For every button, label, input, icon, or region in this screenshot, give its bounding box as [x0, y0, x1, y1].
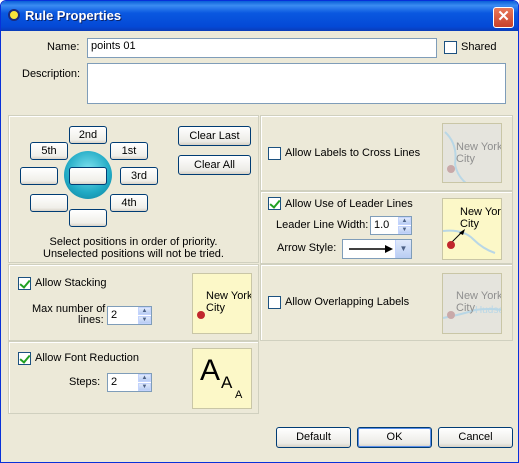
stacking-label: Allow Stacking [35, 277, 107, 289]
title-bar[interactable]: Rule Properties ✕ [1, 1, 518, 31]
preview-text-1: New York [460, 206, 502, 218]
arrow-style-icon [349, 245, 393, 253]
preview-big-a: A [200, 354, 221, 387]
preview-text-2: City [460, 218, 479, 230]
preview-text-1: New York [206, 290, 252, 302]
position-hint-line-2: Unselected positions will not be tried. [43, 248, 224, 260]
arrow-style-select[interactable]: → ▼ [342, 239, 412, 259]
preview-overlap-text: Hudson [475, 305, 501, 316]
position-4th-button[interactable]: 4th [110, 194, 148, 212]
steps-label: Steps: [69, 376, 101, 388]
preview-text-2: City [456, 302, 475, 314]
font-reduction-label: Allow Font Reduction [35, 352, 139, 364]
description-input[interactable] [87, 63, 506, 104]
preview-text-2: City [456, 153, 475, 165]
leader-width-value: 1.0 [374, 219, 390, 231]
name-label: Name: [47, 41, 80, 53]
shared-label: Shared [461, 41, 497, 53]
font-reduction-checkbox[interactable] [18, 352, 31, 365]
rule-properties-dialog: Rule Properties ✕ Name: points 01 Shared… [0, 0, 519, 463]
overlapping-label: Allow Overlapping Labels [285, 296, 410, 308]
spin-up-icon[interactable]: ▲ [138, 307, 151, 315]
position-center-button[interactable] [69, 167, 107, 185]
spin-down-icon[interactable]: ▼ [398, 226, 411, 234]
spin-down-icon[interactable]: ▼ [138, 383, 151, 391]
name-input[interactable]: points 01 [87, 38, 437, 58]
chevron-down-icon[interactable]: ▼ [395, 240, 411, 258]
position-1st-button[interactable]: 1st [110, 142, 148, 160]
window-title: Rule Properties [25, 8, 122, 23]
steps-stepper[interactable]: 2 ▲ ▼ [107, 373, 152, 392]
preview-mid-a: A [221, 373, 233, 392]
leader-lines-preview: New York City [442, 198, 502, 260]
steps-value: 2 [111, 376, 118, 388]
city-dot-icon [447, 241, 455, 249]
city-dot-icon [447, 311, 455, 319]
stacking-checkbox[interactable] [18, 277, 31, 290]
clear-last-button[interactable]: Clear Last [178, 126, 251, 146]
leader-lines-label: Allow Use of Leader Lines [285, 198, 413, 210]
cancel-button[interactable]: Cancel [438, 427, 513, 448]
position-bottom-button[interactable] [69, 209, 107, 227]
close-button[interactable]: ✕ [493, 7, 514, 28]
cross-lines-checkbox[interactable] [268, 147, 281, 160]
font-reduction-preview: A A A [192, 348, 252, 409]
cross-lines-label: Allow Labels to Cross Lines [285, 147, 421, 159]
stacking-preview: New York City [192, 273, 252, 334]
position-3rd-button[interactable]: 3rd [120, 167, 158, 185]
max-lines-label-2: lines: [78, 314, 104, 326]
clear-all-button[interactable]: Clear All [178, 155, 251, 175]
arrow-style-label: Arrow Style: [277, 242, 337, 254]
position-hint-line-1: Select positions in order of priority. [49, 236, 218, 248]
city-dot-icon [447, 165, 455, 173]
description-label: Description: [22, 68, 81, 80]
default-button[interactable]: Default [276, 427, 351, 448]
leader-width-stepper[interactable]: 1.0 ▲ ▼ [370, 216, 412, 235]
app-icon [8, 9, 20, 21]
overlapping-checkbox[interactable] [268, 296, 281, 309]
position-bottom-left-button[interactable] [30, 194, 68, 212]
city-dot-icon [197, 311, 205, 319]
spin-up-icon[interactable]: ▲ [138, 374, 151, 382]
position-left-button[interactable] [20, 167, 58, 185]
preview-text-2: City [206, 302, 225, 314]
position-5th-button[interactable]: 5th [30, 142, 68, 160]
spin-down-icon[interactable]: ▼ [138, 316, 151, 324]
spin-up-icon[interactable]: ▲ [398, 217, 411, 225]
shared-checkbox[interactable] [444, 41, 457, 54]
max-lines-stepper[interactable]: 2 ▲ ▼ [107, 306, 152, 325]
ok-button[interactable]: OK [357, 427, 432, 448]
preview-text-1: New York [456, 141, 502, 153]
leader-width-label: Leader Line Width: [276, 219, 369, 231]
overlapping-preview: Hudson New York City [442, 273, 502, 334]
preview-text-1: New York [456, 290, 502, 302]
max-lines-value: 2 [111, 309, 118, 321]
cross-lines-preview: New York City [442, 123, 502, 183]
preview-small-a: A [235, 389, 243, 401]
leader-lines-checkbox[interactable] [268, 197, 281, 210]
position-2nd-button[interactable]: 2nd [69, 126, 107, 144]
